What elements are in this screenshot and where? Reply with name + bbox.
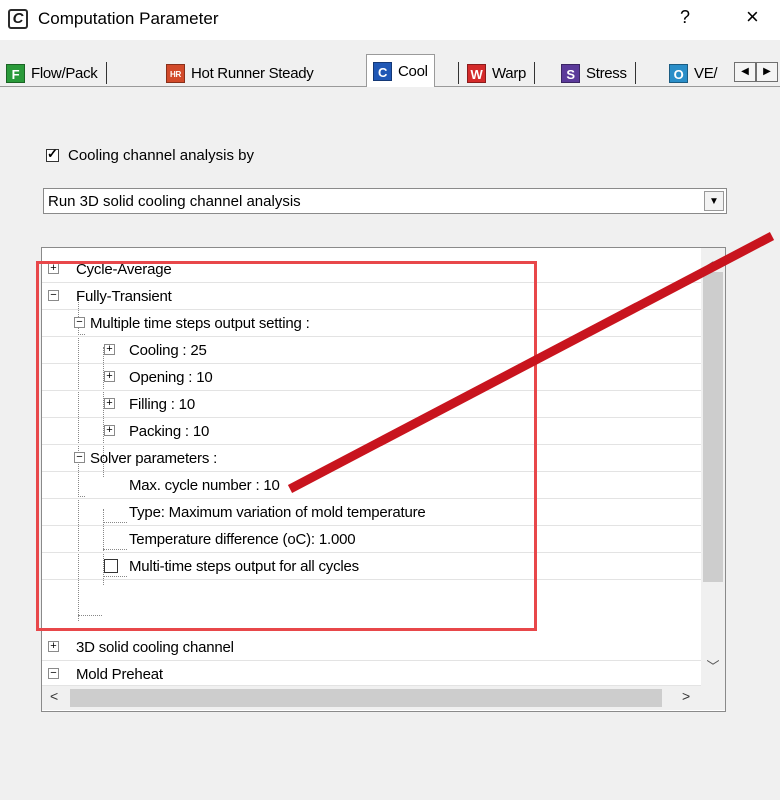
cool-badge-icon: C bbox=[373, 61, 392, 81]
horizontal-scrollbar[interactable]: < > bbox=[42, 686, 701, 710]
tab-stress[interactable]: S Stress bbox=[561, 60, 636, 86]
title-bar: C Computation Parameter ? × bbox=[0, 0, 780, 40]
expand-icon[interactable]: + bbox=[104, 398, 115, 409]
expand-icon[interactable]: + bbox=[104, 371, 115, 382]
parameter-tree[interactable]: + Cycle-Average − Fully-Transient − Mult… bbox=[41, 247, 726, 712]
expand-icon[interactable]: + bbox=[104, 344, 115, 355]
tree-node-packing[interactable]: + Packing : 10 bbox=[42, 418, 701, 445]
tab-strip: F Flow/Pack HR Hot Runner Steady C Cool … bbox=[0, 54, 780, 88]
tree-node-solver-parameters[interactable]: − Solver parameters : bbox=[42, 445, 701, 472]
tree-node-cooling[interactable]: + Cooling : 25 bbox=[42, 337, 701, 364]
tree-node-max-cycle[interactable]: Max. cycle number : 10 bbox=[42, 472, 701, 499]
tree-node-type[interactable]: Type: Maximum variation of mold temperat… bbox=[42, 499, 701, 526]
collapse-icon[interactable]: − bbox=[74, 452, 85, 463]
cooling-analysis-toggle[interactable]: Cooling channel analysis by bbox=[46, 146, 254, 164]
horizontal-scroll-thumb[interactable] bbox=[70, 689, 662, 707]
tab-label: Hot Runner Steady bbox=[191, 64, 314, 82]
chevron-down-icon[interactable]: ▼ bbox=[704, 191, 724, 211]
collapse-icon[interactable]: − bbox=[48, 668, 59, 679]
tab-label: Flow/Pack bbox=[31, 64, 98, 82]
tab-label: VE/ bbox=[694, 64, 718, 82]
scroll-down-icon[interactable]: ﹀ bbox=[701, 656, 725, 676]
tree-node-3d-solid-channel[interactable]: + 3D solid cooling channel bbox=[42, 634, 701, 661]
analysis-method-dropdown[interactable]: Run 3D solid cooling channel analysis ▼ bbox=[43, 188, 727, 214]
app-icon: C bbox=[8, 9, 28, 29]
stress-badge-icon: S bbox=[561, 63, 580, 83]
help-button[interactable]: ? bbox=[680, 7, 690, 28]
tree-node-opening[interactable]: + Opening : 10 bbox=[42, 364, 701, 391]
vertical-scroll-thumb[interactable] bbox=[703, 272, 723, 582]
scroll-right-icon[interactable]: > bbox=[682, 688, 690, 704]
vertical-scrollbar[interactable]: ︿ ﹀ bbox=[701, 248, 725, 686]
cooling-analysis-label: Cooling channel analysis by bbox=[68, 147, 254, 164]
tab-label: Cool bbox=[398, 62, 428, 80]
ve-badge-icon: O bbox=[669, 63, 688, 83]
tree-node-temperature-difference[interactable]: Temperature difference (oC): 1.000 bbox=[42, 526, 701, 553]
tab-ve[interactable]: O VE/ bbox=[669, 60, 718, 86]
scroll-up-icon[interactable]: ︿ bbox=[701, 250, 725, 270]
tree-node-filling[interactable]: + Filling : 10 bbox=[42, 391, 701, 418]
cooling-analysis-checkbox[interactable] bbox=[46, 146, 59, 162]
expand-icon[interactable]: + bbox=[48, 263, 59, 274]
tree-node-cycle-average[interactable]: + Cycle-Average bbox=[42, 256, 701, 283]
tab-label: Warp bbox=[492, 64, 527, 82]
tab-hot-runner-steady[interactable]: HR Hot Runner Steady bbox=[166, 60, 314, 86]
tree-node-multi-all-cycles[interactable]: Multi-time steps output for all cycles bbox=[42, 553, 701, 580]
window-title: Computation Parameter bbox=[38, 9, 219, 28]
tab-warp[interactable]: W Warp bbox=[458, 60, 536, 86]
tab-cool[interactable]: C Cool bbox=[366, 54, 435, 87]
tree-node-fully-transient[interactable]: − Fully-Transient bbox=[42, 283, 701, 310]
expand-icon[interactable]: + bbox=[104, 425, 115, 436]
warp-badge-icon: W bbox=[467, 63, 486, 83]
tab-flow-pack[interactable]: F Flow/Pack bbox=[6, 60, 107, 86]
analysis-method-value: Run 3D solid cooling channel analysis bbox=[48, 193, 301, 210]
collapse-icon[interactable]: − bbox=[74, 317, 85, 328]
flow-badge-icon: F bbox=[6, 63, 25, 83]
expand-icon[interactable]: + bbox=[48, 641, 59, 652]
tab-scroll: ◀ ▶ bbox=[734, 62, 780, 82]
multi-all-cycles-checkbox[interactable] bbox=[104, 559, 118, 573]
tree-node-mold-preheat[interactable]: − Mold Preheat bbox=[42, 661, 701, 686]
tab-scroll-right-icon[interactable]: ▶ bbox=[756, 62, 778, 82]
tree-node-multiple-time-steps[interactable]: − Multiple time steps output setting : bbox=[42, 310, 701, 337]
close-button[interactable]: × bbox=[746, 4, 759, 30]
hot-runner-badge-icon: HR bbox=[166, 63, 185, 83]
scroll-left-icon[interactable]: < bbox=[50, 688, 58, 704]
collapse-icon[interactable]: − bbox=[48, 290, 59, 301]
tab-scroll-left-icon[interactable]: ◀ bbox=[734, 62, 756, 82]
tab-label: Stress bbox=[586, 64, 627, 82]
